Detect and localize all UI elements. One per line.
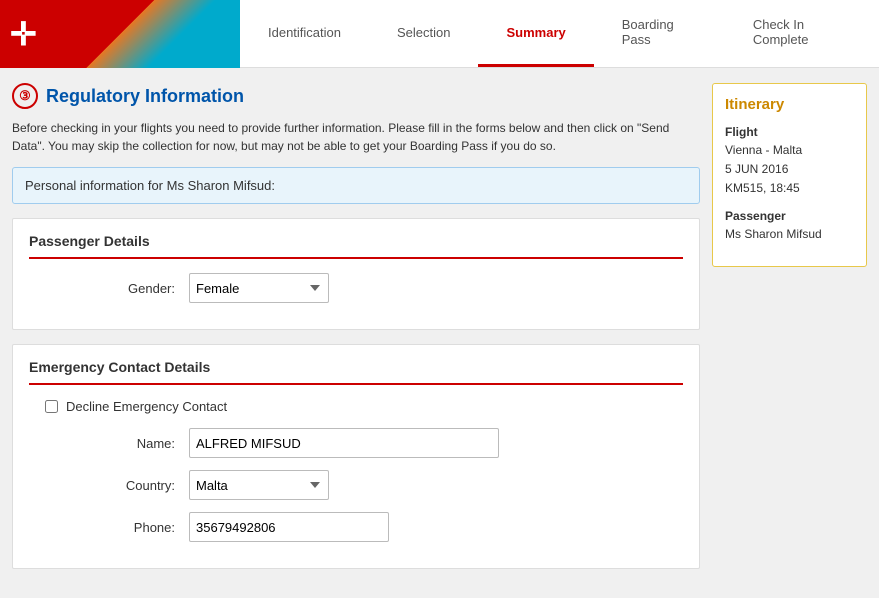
gender-label: Gender: [29, 281, 189, 296]
info-bar: Personal information for Ms Sharon Mifsu… [12, 167, 700, 204]
logo-area: ✛ [0, 0, 240, 68]
name-row: Name: [29, 428, 683, 458]
itinerary-title: Itinerary [725, 96, 854, 113]
step-selection[interactable]: Selection [369, 0, 478, 67]
decline-label: Decline Emergency Contact [66, 399, 227, 414]
passenger-value: Ms Sharon Mifsud [725, 225, 854, 244]
passenger-details-title: Passenger Details [29, 233, 683, 259]
right-panel: Itinerary Flight Vienna - Malta 5 JUN 20… [712, 83, 867, 583]
country-select[interactable]: Malta United Kingdom France Germany Ital… [189, 470, 329, 500]
phone-row: Phone: [29, 512, 683, 542]
flight-label: Flight [725, 125, 854, 139]
name-input[interactable] [189, 428, 499, 458]
left-panel: ③ Regulatory Information Before checking… [12, 83, 700, 583]
itinerary-box: Itinerary Flight Vienna - Malta 5 JUN 20… [712, 83, 867, 267]
steps-nav: Identification Selection Summary Boardin… [240, 0, 879, 67]
decline-checkbox[interactable] [45, 400, 58, 413]
main-content: ③ Regulatory Information Before checking… [0, 68, 879, 598]
country-row: Country: Malta United Kingdom France Ger… [29, 470, 683, 500]
logo-icon: ✛ [10, 15, 37, 53]
step-check-in-complete[interactable]: Check In Complete [725, 0, 879, 67]
step-circle: ③ [12, 83, 38, 109]
page-title: Regulatory Information [46, 86, 244, 107]
step-summary[interactable]: Summary [478, 0, 593, 67]
gender-select[interactable]: Female Male [189, 273, 329, 303]
emergency-contact-card: Emergency Contact Details Decline Emerge… [12, 344, 700, 569]
step-identification[interactable]: Identification [240, 0, 369, 67]
step-title: ③ Regulatory Information [12, 83, 700, 109]
passenger-label: Passenger [725, 209, 854, 223]
step-boarding-pass[interactable]: Boarding Pass [594, 0, 725, 67]
header: ✛ Identification Selection Summary Board… [0, 0, 879, 68]
emergency-contact-title: Emergency Contact Details [29, 359, 683, 385]
description-text: Before checking in your flights you need… [12, 119, 700, 155]
decline-row: Decline Emergency Contact [45, 399, 683, 414]
name-label: Name: [29, 436, 189, 451]
phone-label: Phone: [29, 520, 189, 535]
passenger-details-card: Passenger Details Gender: Female Male [12, 218, 700, 330]
flight-value: Vienna - Malta 5 JUN 2016 KM515, 18:45 [725, 141, 854, 199]
phone-input[interactable] [189, 512, 389, 542]
gender-row: Gender: Female Male [29, 273, 683, 303]
country-label: Country: [29, 478, 189, 493]
